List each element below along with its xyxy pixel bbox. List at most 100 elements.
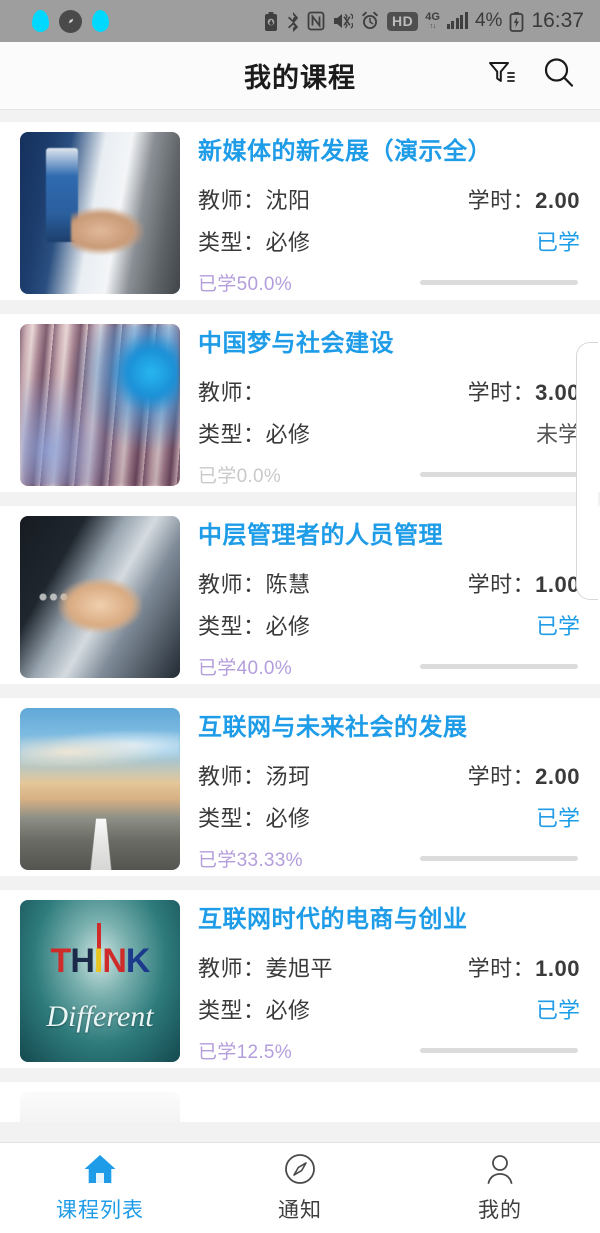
course-card[interactable]: THINK Different 互联网时代的电商与创业 教师：姜旭平 学时：1.… (0, 890, 600, 1068)
course-info: 中层管理者的人员管理 教师：陈慧 学时：1.00 类型：必修 已学 已学40.0… (180, 516, 580, 679)
filter-icon[interactable] (484, 56, 518, 95)
course-title[interactable]: 互联网与未来社会的发展 (198, 714, 580, 743)
status-bar: HD 4G ↑↓ 4% 16:37 (0, 0, 600, 42)
alarm-icon (360, 11, 380, 31)
course-title[interactable]: 中层管理者的人员管理 (198, 522, 580, 551)
think-wordmark: THINK (50, 942, 151, 981)
nav-item-notifications[interactable]: 通知 (200, 1152, 400, 1224)
course-list[interactable]: 新媒体的新发展（演示全） 教师：沈阳 学时：2.00 类型：必修 已学 已学50… (0, 110, 600, 1142)
course-meta-row: 类型：必修 已学 (198, 609, 580, 641)
course-type: 类型：必修 (198, 421, 311, 447)
mute-vibrate-icon (332, 11, 354, 31)
header-actions (484, 54, 600, 97)
course-teacher: 教师：沈阳 (198, 187, 311, 213)
bluetooth-icon (286, 11, 300, 32)
course-type: 类型：必修 (198, 805, 311, 831)
compass-dark-icon (59, 9, 82, 33)
course-progress-row: 已学0.0% (198, 461, 580, 488)
course-thumbnail (20, 1092, 180, 1122)
course-info: 新媒体的新发展（演示全） 教师：沈阳 学时：2.00 类型：必修 已学 已学50… (180, 132, 580, 295)
nav-label: 课程列表 (56, 1199, 144, 1222)
course-type: 类型：必修 (198, 229, 311, 255)
course-meta-row: 教师：汤珂 学时：2.00 (198, 759, 580, 791)
course-status-badge: 已学 (535, 805, 580, 831)
course-card[interactable]: 互联网与未来社会的发展 教师：汤珂 学时：2.00 类型：必修 已学 已学33.… (0, 698, 600, 876)
course-card[interactable]: 中国梦与社会建设 教师： 学时：3.00 类型：必修 未学 已学0.0% (0, 314, 600, 492)
course-meta-row: 类型：必修 已学 (198, 993, 580, 1025)
course-card[interactable]: 中层管理者的人员管理 教师：陈慧 学时：1.00 类型：必修 已学 已学40.0… (0, 506, 600, 684)
app-header: 我的课程 (0, 42, 600, 110)
course-progress-bar (420, 279, 578, 285)
course-type: 类型：必修 (198, 613, 311, 639)
course-meta-row: 类型：必修 已学 (198, 225, 580, 257)
course-progress-bar (420, 855, 578, 861)
person-icon (483, 1152, 517, 1186)
course-status-badge: 已学 (535, 229, 580, 255)
course-meta-row: 类型：必修 未学 (198, 417, 580, 449)
course-progress-label: 已学33.33% (198, 849, 303, 871)
battery-charging-icon (509, 11, 524, 32)
course-title[interactable]: 互联网时代的电商与创业 (198, 906, 580, 935)
course-teacher: 教师：陈慧 (198, 571, 311, 597)
water-drop-icon (32, 10, 49, 32)
course-hours: 学时：2.00 (467, 187, 580, 213)
course-card-partial[interactable] (0, 1082, 600, 1122)
course-info: 互联网与未来社会的发展 教师：汤珂 学时：2.00 类型：必修 已学 已学33.… (180, 708, 580, 871)
course-type: 类型：必修 (198, 997, 311, 1023)
nfc-icon (307, 11, 325, 31)
course-title[interactable]: 中国梦与社会建设 (198, 330, 580, 359)
different-wordmark: Different (46, 1000, 154, 1034)
course-progress-label: 已学40.0% (198, 657, 292, 679)
course-progress-bar (420, 663, 578, 669)
course-info: 互联网时代的电商与创业 教师：姜旭平 学时：1.00 类型：必修 已学 已学12… (180, 900, 580, 1063)
course-meta-row: 教师：姜旭平 学时：1.00 (198, 951, 580, 983)
course-teacher: 教师：姜旭平 (198, 955, 334, 981)
course-card[interactable]: 新媒体的新发展（演示全） 教师：沈阳 学时：2.00 类型：必修 已学 已学50… (0, 122, 600, 300)
course-thumbnail (20, 516, 180, 678)
course-hours: 学时：1.00 (467, 955, 580, 981)
course-status-badge: 已学 (535, 613, 580, 639)
course-teacher: 教师：汤珂 (198, 763, 311, 789)
course-thumbnail (20, 324, 180, 486)
home-icon (82, 1152, 118, 1186)
course-hours: 学时：2.00 (467, 763, 580, 789)
course-meta-row: 教师：沈阳 学时：2.00 (198, 183, 580, 215)
network-type-label: 4G ↑↓ (425, 11, 440, 31)
course-title[interactable]: 新媒体的新发展（演示全） (198, 138, 580, 167)
status-bar-clock: 16:37 (531, 9, 584, 32)
water-drop-icon (92, 10, 109, 32)
course-thumbnail (20, 132, 180, 294)
course-info: 中国梦与社会建设 教师： 学时：3.00 类型：必修 未学 已学0.0% (180, 324, 580, 487)
course-progress-bar (420, 1047, 578, 1053)
course-status-badge: 未学 (535, 421, 580, 447)
course-progress-bar (420, 471, 578, 477)
app-screen: HD 4G ↑↓ 4% 16:37 我的课程 新媒体的新发展（演示全） 教师：沈… (0, 0, 600, 1233)
hd-badge: HD (387, 11, 419, 31)
nav-label: 我的 (478, 1199, 522, 1222)
bottom-navigation: 课程列表 通知 我的 (0, 1142, 600, 1233)
signal-strength-icon (446, 12, 468, 29)
course-progress-label: 已学0.0% (198, 465, 282, 487)
battery-percent-label: 4% (474, 10, 503, 31)
course-hours: 学时：1.00 (467, 571, 580, 597)
battery-saver-icon (263, 11, 279, 32)
nav-label: 通知 (278, 1199, 322, 1222)
course-progress-row: 已学50.0% (198, 269, 580, 296)
compass-icon (283, 1152, 317, 1186)
course-meta-row: 类型：必修 已学 (198, 801, 580, 833)
nav-item-profile[interactable]: 我的 (400, 1152, 600, 1224)
nav-item-course-list[interactable]: 课程列表 (0, 1152, 200, 1224)
course-meta-row: 教师： 学时：3.00 (198, 375, 580, 407)
course-hours: 学时：3.00 (467, 379, 580, 405)
course-progress-label: 已学12.5% (198, 1041, 292, 1063)
course-progress-row: 已学40.0% (198, 653, 580, 680)
course-teacher: 教师： (198, 379, 266, 405)
status-bar-left-icons (14, 9, 109, 33)
course-progress-label: 已学50.0% (198, 273, 292, 295)
search-icon[interactable] (540, 54, 578, 97)
status-bar-right-icons: HD 4G ↑↓ 4% 16:37 (263, 9, 586, 33)
course-progress-row: 已学33.33% (198, 845, 580, 872)
course-status-badge: 已学 (535, 997, 580, 1023)
course-thumbnail: THINK Different (20, 900, 180, 1062)
course-thumbnail (20, 708, 180, 870)
